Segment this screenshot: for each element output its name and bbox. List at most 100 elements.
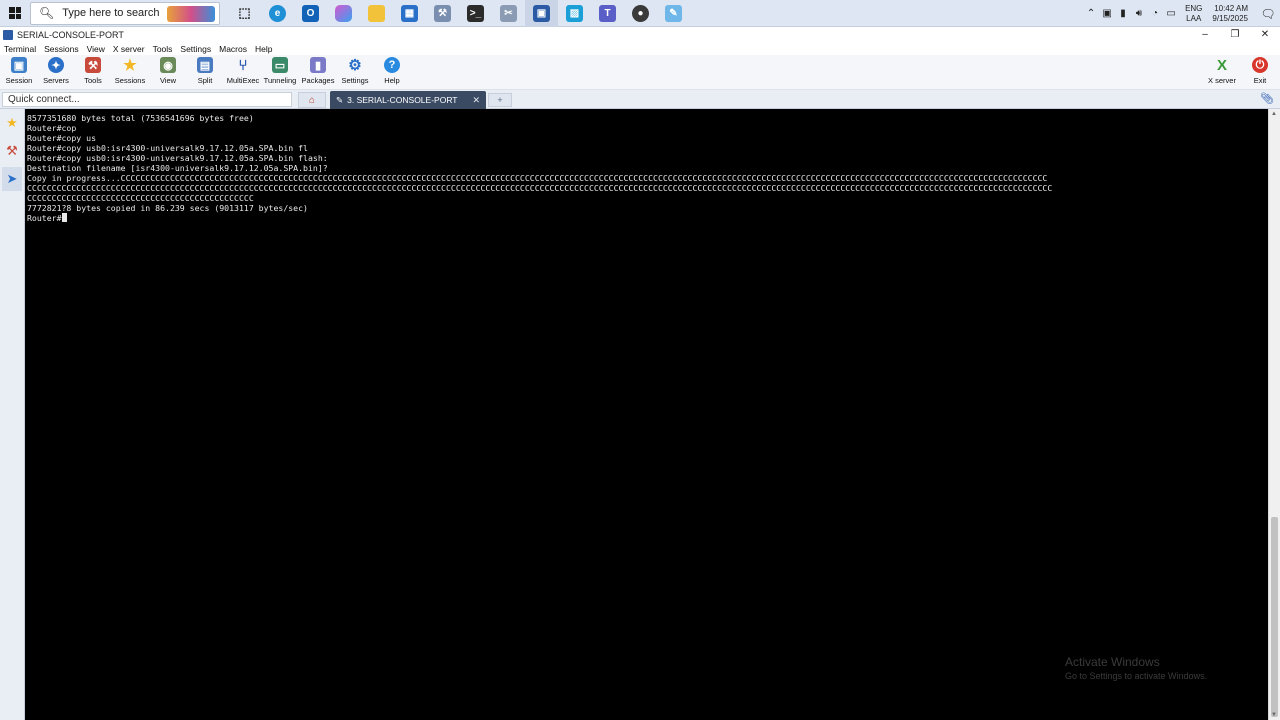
minimize-icon[interactable]: – [1190, 27, 1220, 42]
menu-bar: Terminal Sessions View X server Tools Se… [0, 42, 1280, 55]
toolbar-help-button[interactable]: ? Help [373, 57, 411, 89]
gear-icon: ⚙ [348, 57, 362, 74]
close-icon[interactable]: ✕ [1250, 27, 1280, 42]
terminal-lines: 8577351680 bytes total (7536541696 bytes… [27, 113, 1268, 224]
file-explorer-icon[interactable] [360, 0, 393, 27]
wrench-icon: ⚒ [85, 57, 101, 73]
start-button[interactable] [0, 0, 30, 27]
close-tab-icon[interactable]: ✕ [472, 95, 480, 106]
toolbar-label: Sessions [114, 76, 146, 85]
microphone-icon[interactable]: ▮ [1115, 8, 1131, 19]
monitor-icon: ▣ [11, 57, 27, 73]
split-icon: ▤ [197, 57, 213, 73]
terminal-line: Router#cop [27, 123, 77, 134]
quick-connect-input[interactable]: Quick connect... [2, 92, 292, 107]
menu-tools[interactable]: Tools [153, 44, 173, 54]
speaker-icon[interactable]: 🔊︎ [1131, 8, 1147, 19]
home-tab[interactable]: ⌂ [298, 92, 326, 108]
store-icon[interactable]: ▦ [393, 0, 426, 27]
toolbar-view-button[interactable]: ◉ View [149, 57, 187, 89]
windows-logo-icon [9, 7, 21, 19]
language-indicator[interactable]: ENG LAA [1185, 4, 1202, 24]
help-icon: ? [384, 57, 400, 73]
x-logo-icon: X [1216, 56, 1227, 74]
package-icon: ▮ [310, 57, 326, 73]
search-highlight-icon [167, 5, 215, 22]
toolbar-packages-button[interactable]: ▮ Packages [299, 57, 337, 89]
office-icon[interactable]: ▨ [558, 0, 591, 27]
window-titlebar: SERIAL-CONSOLE-PORT – ❐ ✕ [0, 27, 1280, 42]
usb-icon[interactable]: ▣ [1099, 8, 1115, 19]
star-icon: ★ [123, 57, 137, 74]
tab-serial-console-port[interactable]: ✎ 3. SERIAL-CONSOLE-PORT ✕ [330, 91, 486, 109]
terminal-line: 8577351680 bytes total (7536541696 bytes… [27, 113, 254, 123]
toolbar-multiexec-button[interactable]: ⑂ MultiExec [224, 57, 262, 89]
terminal-tab-icon: ✎ [336, 94, 344, 105]
menu-xserver[interactable]: X server [113, 44, 145, 54]
toolbar-tunneling-button[interactable]: ▭ Tunneling [261, 57, 299, 89]
clock[interactable]: 10:42 AM 9/15/2025 [1212, 4, 1248, 24]
fork-icon: ⑂ [238, 56, 248, 74]
teams-icon[interactable]: T [591, 0, 624, 27]
toolbar-settings-button[interactable]: ⚙ Settings [336, 57, 374, 89]
menu-terminal[interactable]: Terminal [4, 44, 36, 54]
terminal-icon[interactable]: >_ [459, 0, 492, 27]
terminal-scrollbar[interactable]: ▲ ▼ [1268, 109, 1280, 720]
toolbar-servers-button[interactable]: ✦ Servers [37, 57, 75, 89]
activate-windows-watermark: Activate Windows Go to Settings to activ… [1065, 655, 1207, 683]
toolbar-label: X server [1208, 76, 1236, 85]
menu-sessions[interactable]: Sessions [44, 44, 79, 54]
terminal-prompt-line: Router# [27, 213, 1268, 223]
menu-macros[interactable]: Macros [219, 44, 247, 54]
toolbar-exit-button[interactable]: ⏻ Exit [1241, 57, 1279, 89]
terminal-line: 7772821?8 bytes copied in 86.239 secs (9… [27, 203, 308, 214]
app-logo-icon [3, 29, 13, 40]
macros-icon[interactable]: ➤ [2, 167, 22, 191]
scroll-up-icon[interactable]: ▲ [1271, 111, 1277, 117]
toolbar-label: Help [384, 76, 400, 85]
clock-date: 9/15/2025 [1212, 13, 1248, 23]
terminal-cursor [61, 213, 67, 223]
display-icon[interactable]: ▭ [1163, 8, 1179, 19]
terminal-output[interactable]: 8577351680 bytes total (7536541696 bytes… [25, 109, 1268, 720]
paperclip-icon[interactable]: 📎︎ [1260, 92, 1274, 105]
new-tab-button[interactable]: + [488, 93, 512, 107]
favorites-star-icon[interactable]: ★ [2, 111, 22, 135]
plus-icon: + [497, 95, 503, 105]
chevron-up-icon[interactable]: ⌃ [1083, 8, 1099, 19]
toolbar-tools-button[interactable]: ⚒ Tools [74, 57, 112, 89]
toolbar-label: Exit [1253, 76, 1267, 85]
tools-icon[interactable]: ⚒ [2, 139, 22, 163]
toolbar-split-button[interactable]: ▤ Split [186, 57, 224, 89]
menu-settings[interactable]: Settings [180, 44, 211, 54]
outlook-icon[interactable]: O [294, 0, 327, 27]
screen: 🔍︎ Type here to search ⬚ e O ▦ ⚒ >_ ✂ ▣ … [0, 0, 1280, 720]
network-tool-icon[interactable]: ⚒ [426, 0, 459, 27]
scrollbar-thumb[interactable] [1271, 517, 1278, 717]
view-icon: ◉ [160, 57, 176, 73]
window-controls: – ❐ ✕ [1190, 27, 1280, 42]
edge-icon[interactable]: e [261, 0, 294, 27]
windows-taskbar: 🔍︎ Type here to search ⬚ e O ▦ ⚒ >_ ✂ ▣ … [0, 0, 1280, 27]
taskbar-search-box[interactable]: 🔍︎ Type here to search [30, 1, 220, 25]
notepad-icon[interactable]: ✎ [657, 0, 690, 27]
scroll-down-icon[interactable]: ▼ [1271, 712, 1277, 718]
task-view-icon[interactable]: ⬚ [228, 0, 261, 27]
menu-view[interactable]: View [87, 44, 105, 54]
app-icon[interactable]: ● [624, 0, 657, 27]
toolbar-xserver-button[interactable]: X X server [1203, 57, 1241, 89]
mobaxterm-icon[interactable]: ▣ [525, 0, 558, 27]
tool-icon[interactable]: ✂ [492, 0, 525, 27]
toolbar-session-button[interactable]: ▣ Session [0, 57, 38, 89]
toolbar-label: Servers [43, 76, 69, 85]
toolbar-sessions-button[interactable]: ★ Sessions [111, 57, 149, 89]
copilot-icon[interactable] [327, 0, 360, 27]
wifi-icon[interactable]: ◔ [1147, 8, 1163, 19]
toolbar-label: Session [5, 76, 33, 85]
search-icon: 🔍︎ [39, 6, 55, 20]
menu-help[interactable]: Help [255, 44, 272, 54]
notifications-icon[interactable]: 🗨︎ [1256, 7, 1280, 21]
restore-icon[interactable]: ❐ [1220, 27, 1250, 42]
toolbar-label: Packages [301, 76, 335, 85]
copy-progress-row: CCCCCCCCCCCCCCCCCCCCCCCCCCCCCCCCCCCCCCCC… [27, 183, 1053, 194]
